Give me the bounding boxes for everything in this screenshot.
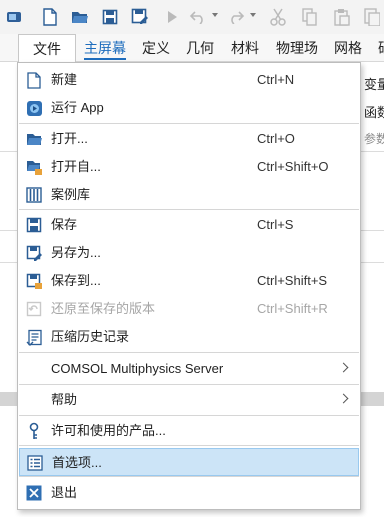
tab-definitions[interactable]: 定义 <box>142 34 170 62</box>
open-from-icon <box>25 158 43 176</box>
undo-icon[interactable] <box>188 7 208 27</box>
menu-item-shortcut: Ctrl+O <box>257 131 295 146</box>
menu-item-label: 退出 <box>51 485 78 500</box>
parameters-label[interactable]: 参数 <box>364 130 384 147</box>
menu-item-help[interactable]: 帮助 <box>19 386 359 414</box>
menu-item-licensed-products[interactable]: 许可和使用的产品... <box>19 417 359 445</box>
save-icon <box>25 216 43 234</box>
open-folder-icon[interactable] <box>70 7 90 27</box>
menu-item-label: COMSOL Multiphysics Server <box>51 361 224 376</box>
application-library-icon <box>25 186 43 204</box>
open-folder-icon <box>25 130 43 148</box>
menu-separator <box>19 352 359 353</box>
menu-separator <box>19 445 359 446</box>
menu-item-save-to[interactable]: 保存到... Ctrl+Shift+S <box>19 267 359 295</box>
new-file-icon[interactable] <box>40 7 60 27</box>
menu-item-label: 帮助 <box>51 392 78 407</box>
menu-item-label: 新建 <box>51 72 78 87</box>
run-icon[interactable] <box>162 7 182 27</box>
menu-item-shortcut: Ctrl+Shift+S <box>257 273 328 288</box>
functions-label[interactable]: 函数 <box>364 102 384 121</box>
new-document-icon <box>25 71 43 89</box>
menu-separator <box>19 476 359 477</box>
menu-item-open-from[interactable]: 打开自... Ctrl+Shift+O <box>19 153 359 181</box>
menu-item-label: 案例库 <box>51 187 91 202</box>
license-key-icon <box>25 422 43 440</box>
app-icon[interactable] <box>4 7 24 27</box>
menu-item-comsol-server[interactable]: COMSOL Multiphysics Server <box>19 355 359 383</box>
tab-mesh[interactable]: 网格 <box>334 34 362 62</box>
exit-icon <box>25 484 43 502</box>
undo-dropdown-icon[interactable] <box>212 13 218 17</box>
menu-item-run-app[interactable]: 运行 App <box>19 94 359 122</box>
paste-icon[interactable] <box>332 7 352 27</box>
compact-history-icon <box>25 328 43 346</box>
quick-access-toolbar <box>0 0 384 34</box>
menu-separator <box>19 384 359 385</box>
menu-item-label: 保存 <box>51 217 78 232</box>
menu-item-revert-to-saved: 还原至保存的版本 Ctrl+Shift+R <box>19 295 359 323</box>
preferences-icon <box>26 454 44 472</box>
menu-separator <box>19 123 359 124</box>
tab-file[interactable]: 文件 <box>18 34 76 62</box>
menu-separator <box>19 209 359 210</box>
menu-separator <box>19 415 359 416</box>
menu-item-label: 运行 App <box>51 100 104 115</box>
file-menu: 新建 Ctrl+N 运行 App 打开... Ctrl+O 打开自... Ctr… <box>17 62 361 510</box>
menu-item-label: 打开自... <box>51 159 101 174</box>
menu-item-shortcut: Ctrl+N <box>257 72 295 87</box>
tab-physics[interactable]: 物理场 <box>276 34 318 62</box>
menu-item-label: 首选项... <box>52 455 102 470</box>
copy-icon[interactable] <box>300 7 320 27</box>
save-to-icon <box>25 272 43 290</box>
menu-item-shortcut: Ctrl+Shift+R <box>257 301 328 316</box>
save-icon[interactable] <box>100 7 120 27</box>
duplicate-icon[interactable] <box>362 7 382 27</box>
menu-item-new[interactable]: 新建 Ctrl+N <box>19 66 359 94</box>
menu-item-label: 保存到... <box>51 273 101 288</box>
menu-item-shortcut: Ctrl+S <box>257 217 294 232</box>
menu-item-exit[interactable]: 退出 <box>19 479 359 507</box>
cut-icon[interactable] <box>268 7 288 27</box>
menu-item-shortcut: Ctrl+Shift+O <box>257 159 329 174</box>
run-app-icon <box>25 99 43 117</box>
menu-item-save[interactable]: 保存 Ctrl+S <box>19 211 359 239</box>
tab-geometry[interactable]: 几何 <box>186 34 214 62</box>
menu-item-label: 还原至保存的版本 <box>51 301 156 316</box>
tab-materials[interactable]: 材料 <box>231 34 259 62</box>
menu-item-label: 许可和使用的产品... <box>51 423 166 438</box>
menu-item-save-as[interactable]: 另存为... <box>19 239 359 267</box>
menu-item-label: 打开... <box>51 131 88 146</box>
ribbon-tabs: 文件 主屏幕 定义 几何 材料 物理场 网格 研 <box>0 34 384 62</box>
save-as-icon <box>25 244 43 262</box>
menu-item-label: 另存为... <box>51 245 101 260</box>
save-as-icon[interactable] <box>130 7 150 27</box>
tab-study[interactable]: 研 <box>378 34 384 62</box>
redo-icon[interactable] <box>226 7 246 27</box>
redo-dropdown-icon[interactable] <box>250 13 256 17</box>
menu-item-preferences[interactable]: 首选项... <box>19 448 359 476</box>
menu-item-label: 压缩历史记录 <box>51 329 130 344</box>
submenu-arrow-icon <box>338 393 349 404</box>
submenu-arrow-icon <box>338 362 349 373</box>
menu-item-application-libraries[interactable]: 案例库 <box>19 181 359 209</box>
tab-home[interactable]: 主屏幕 <box>84 34 126 62</box>
menu-item-compact-history[interactable]: 压缩历史记录 <box>19 323 359 351</box>
variables-label[interactable]: 变量 <box>364 74 384 93</box>
revert-icon <box>25 300 43 318</box>
menu-item-open[interactable]: 打开... Ctrl+O <box>19 125 359 153</box>
